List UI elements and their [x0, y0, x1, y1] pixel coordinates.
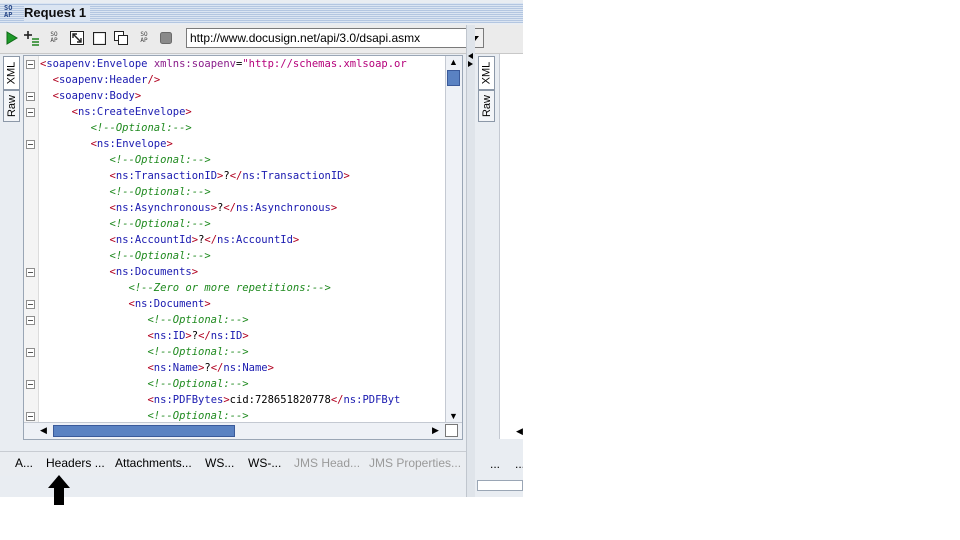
- tab-headers[interactable]: Headers ...: [46, 456, 105, 470]
- tab-ws-a[interactable]: WS...: [205, 456, 234, 470]
- code-line[interactable]: <ns:Document>: [40, 296, 211, 312]
- horizontal-scroll-thumb[interactable]: [53, 425, 235, 437]
- soap-icon: SO AP: [4, 4, 13, 19]
- fold-toggle-icon[interactable]: [26, 316, 35, 325]
- code-line[interactable]: <!--Optional:-->: [40, 120, 192, 136]
- code-line[interactable]: <ns:TransactionID>?</ns:TransactionID>: [40, 168, 350, 184]
- code-line[interactable]: <!--Zero or more repetitions:-->: [40, 280, 331, 296]
- xml-request-editor[interactable]: <soapenv:Envelope xmlns:soapenv="http://…: [23, 55, 463, 440]
- code-line[interactable]: <!--Optional:-->: [40, 376, 248, 392]
- fold-toggle-icon[interactable]: [26, 348, 35, 357]
- response-tab-raw[interactable]: Raw: [478, 90, 495, 122]
- submit-play-icon[interactable]: [4, 30, 20, 46]
- response-pane: XML Raw ◀ ... ...: [475, 54, 523, 497]
- code-line[interactable]: <soapenv:Body>: [40, 88, 142, 104]
- fold-toggle-icon[interactable]: [26, 268, 35, 277]
- fold-toggle-icon[interactable]: [26, 300, 35, 309]
- fold-toggle-icon[interactable]: [26, 412, 35, 421]
- add-assertion-icon[interactable]: [24, 30, 40, 46]
- code-line[interactable]: <!--Optional:-->: [40, 248, 211, 264]
- code-line[interactable]: <ns:Name>?</ns:Name>: [40, 360, 274, 376]
- code-line[interactable]: <!--Optional:-->: [40, 344, 248, 360]
- fold-toggle-icon[interactable]: [26, 108, 35, 117]
- code-line[interactable]: <soapenv:Envelope xmlns:soapenv="http://…: [40, 56, 407, 72]
- expand-icon[interactable]: [69, 30, 85, 46]
- vertical-scroll-thumb[interactable]: [447, 70, 460, 86]
- editor-view-tabs: XML Raw: [0, 54, 22, 444]
- tab-jms-properties[interactable]: JMS Properties...: [369, 456, 461, 470]
- code-line[interactable]: <ns:Documents>: [40, 264, 199, 280]
- copy-icon[interactable]: [113, 30, 129, 46]
- response-status-field: [477, 480, 523, 491]
- fold-toggle-icon[interactable]: [26, 140, 35, 149]
- soap-icon[interactable]: SO AP: [136, 30, 152, 46]
- code-line[interactable]: <soapenv:Header/>: [40, 72, 161, 88]
- split-pane-divider[interactable]: [466, 25, 475, 497]
- blank-square-icon[interactable]: [91, 30, 107, 46]
- request-toolbar: SO AP SO AP http://www.docusign.net/api/3.…: [0, 25, 523, 54]
- soap-encode-icon[interactable]: SO AP: [46, 30, 62, 46]
- response-tab-1[interactable]: ...: [490, 457, 500, 471]
- tab-auth[interactable]: A...: [15, 456, 33, 470]
- response-tab-2[interactable]: ...: [515, 457, 523, 471]
- fold-toggle-icon[interactable]: [26, 92, 35, 101]
- xml-code-area[interactable]: <soapenv:Envelope xmlns:soapenv="http://…: [40, 56, 446, 424]
- endpoint-url-combobox[interactable]: http://www.docusign.net/api/3.0/dsapi.as…: [186, 28, 484, 48]
- tab-xml[interactable]: XML: [3, 56, 20, 90]
- scroll-down-icon[interactable]: ▼: [449, 410, 458, 422]
- code-line[interactable]: <ns:Envelope>: [40, 136, 173, 152]
- title-bar: SO AP Request 1: [0, 3, 523, 23]
- scroll-up-icon[interactable]: ▲: [449, 56, 458, 68]
- horizontal-scrollbar[interactable]: ◀ ▶: [24, 422, 462, 439]
- tab-ws-addressing[interactable]: WS-...: [248, 456, 281, 470]
- tab-attachments[interactable]: Attachments...: [115, 456, 192, 470]
- code-line[interactable]: <!--Optional:-->: [40, 312, 248, 328]
- zoom-corner-icon[interactable]: [445, 424, 458, 437]
- code-line[interactable]: <ns:CreateEnvelope>: [40, 104, 192, 120]
- code-line[interactable]: <!--Optional:-->: [40, 152, 211, 168]
- code-line[interactable]: <ns:ID>?</ns:ID>: [40, 328, 248, 344]
- collapse-arrows-icon[interactable]: [467, 53, 475, 67]
- up-arrow-annotation-icon: [48, 475, 70, 505]
- code-line[interactable]: <ns:Asynchronous>?</ns:Asynchronous>: [40, 200, 338, 216]
- fold-toggle-icon[interactable]: [26, 60, 35, 69]
- fold-toggle-icon[interactable]: [26, 380, 35, 389]
- scroll-left-icon[interactable]: ◀: [40, 424, 47, 436]
- response-tab-xml[interactable]: XML: [478, 56, 495, 90]
- scroll-left-icon[interactable]: ◀: [516, 426, 523, 437]
- fold-gutter: [24, 56, 39, 426]
- tab-raw[interactable]: Raw: [3, 90, 20, 122]
- endpoint-url-text: http://www.docusign.net/api/3.0/dsapi.as…: [190, 31, 421, 45]
- code-line[interactable]: <ns:PDFBytes>cid:728651820778</ns:PDFByt: [40, 392, 400, 408]
- window-title: Request 1: [24, 5, 91, 21]
- code-line[interactable]: <!--Optional:-->: [40, 216, 211, 232]
- response-editor[interactable]: [499, 54, 523, 439]
- stop-icon[interactable]: [158, 30, 174, 46]
- code-line[interactable]: <ns:AccountId>?</ns:AccountId>: [40, 232, 300, 248]
- tab-jms-headers[interactable]: JMS Head...: [294, 456, 360, 470]
- soapui-request-window: SO AP Request 1 SO AP SO AP http://www.d…: [0, 0, 523, 497]
- vertical-scrollbar[interactable]: ▲ ▼: [445, 56, 462, 424]
- scroll-right-icon[interactable]: ▶: [432, 424, 439, 436]
- code-line[interactable]: <!--Optional:-->: [40, 184, 211, 200]
